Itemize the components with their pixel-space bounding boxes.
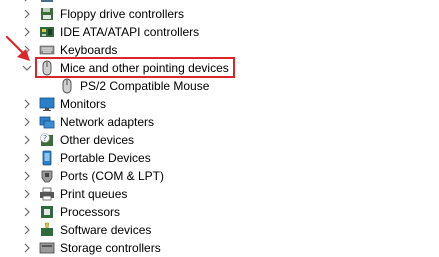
tree-item-label: IDE ATA/ATAPI controllers [60,25,200,39]
floppy-controller-icon [39,6,55,22]
tree-item-network-adapters[interactable]: Network adapters [0,113,439,131]
tree-item-ports[interactable]: Ports (COM & LPT) [0,167,439,185]
chevron-right-icon[interactable] [20,221,34,239]
network-adapter-icon [39,114,55,130]
chevron-right-icon[interactable] [20,185,34,203]
tree-item-label: Storage controllers [60,241,161,255]
tree-item-floppy-drive-controllers[interactable]: Floppy drive controllers [0,5,439,23]
chevron-right-icon[interactable] [20,167,34,185]
tree-item-label: PS/2 Compatible Mouse [80,79,210,93]
chevron-right-icon[interactable] [20,113,34,131]
tree-item-print-queues[interactable]: Print queues [0,185,439,203]
chevron-right-icon[interactable] [20,95,34,113]
printer-icon [39,186,55,202]
chevron-right-icon[interactable] [20,131,34,149]
chevron-right-icon[interactable] [20,203,34,221]
ide-controller-icon [39,24,55,40]
monitor-icon [39,96,55,112]
tree-item-label: Ports (COM & LPT) [60,169,165,183]
portable-device-icon [39,150,55,166]
software-device-icon [39,222,55,238]
tree-item-other-devices[interactable]: ? Other devices [0,131,439,149]
tree-item-processors[interactable]: Processors [0,203,439,221]
unknown-device-icon: ? [39,132,55,148]
tree-item-storage-controllers[interactable]: Storage controllers [0,239,439,257]
chevron-right-icon[interactable] [20,5,34,23]
annotation-arrow-icon [5,35,30,61]
tree-item-label: Processors [60,205,121,219]
chevron-right-icon[interactable] [20,149,34,167]
storage-controller-icon [39,240,55,256]
chevron-right-icon[interactable] [20,239,34,257]
tree-item-label: Print queues [60,187,128,201]
tree-item-ps2-compatible-mouse[interactable]: PS/2 Compatible Mouse [0,77,439,95]
svg-text:?: ? [43,134,47,143]
device-tree: Floppy drive controllers IDE ATA/ATAPI c… [0,0,439,255]
keyboard-icon [39,42,55,58]
tree-item-label: Portable Devices [60,151,151,165]
tree-item-label: Network adapters [60,115,155,129]
tree-item-monitors[interactable]: Monitors [0,95,439,113]
tree-item-portable-devices[interactable]: Portable Devices [0,149,439,167]
tree-item-label: Software devices [60,223,152,237]
processor-icon [39,204,55,220]
highlight-box [35,57,235,78]
tree-item-label: Monitors [60,97,107,111]
tree-item-label: Floppy drive controllers [60,7,185,21]
port-icon [39,168,55,184]
tree-item-ide-controllers[interactable]: IDE ATA/ATAPI controllers [0,23,439,41]
mouse-icon [59,78,75,94]
tree-item-software-devices[interactable]: Software devices [0,221,439,239]
tree-item-label: Other devices [60,133,135,147]
